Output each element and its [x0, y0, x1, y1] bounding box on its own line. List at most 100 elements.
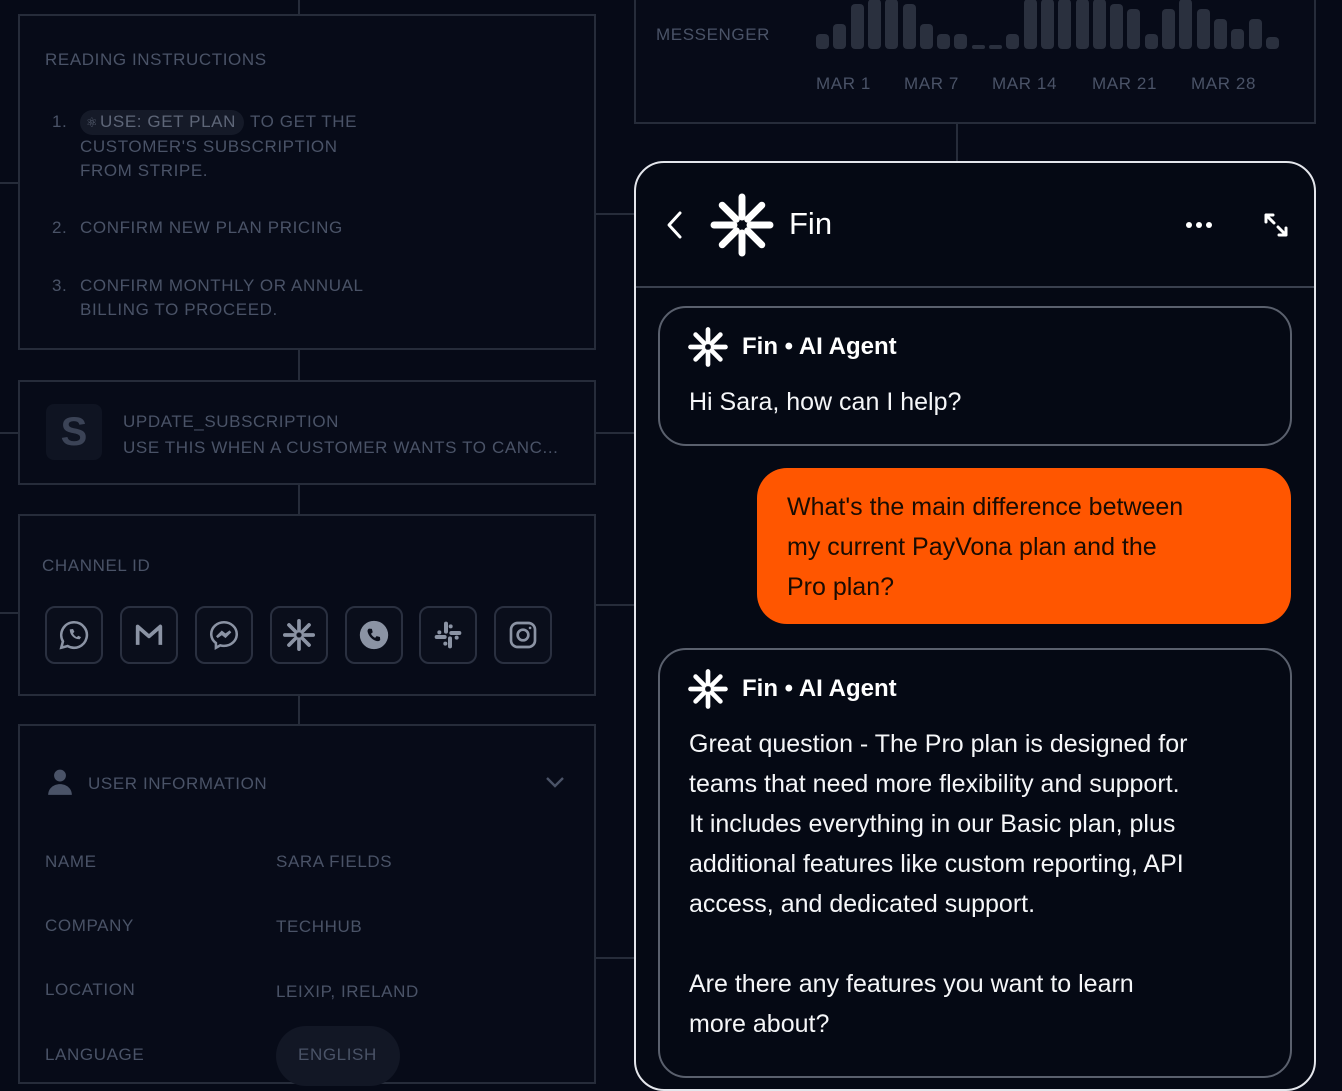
agent-name: Fin • AI Agent [742, 333, 897, 360]
location-label: LOCATION [45, 980, 136, 999]
messenger-bar [1144, 34, 1158, 49]
back-arrow-icon[interactable] [664, 209, 686, 241]
reply-line: Are there any features you want to learn [689, 970, 1134, 998]
connector-line [595, 957, 635, 959]
fin-chat-window: Fin Fin • AI Agent Hi Sara, how can I he… [634, 161, 1316, 1091]
date-label-mar-21: MAR 21 [1092, 74, 1158, 93]
expand-icon[interactable] [1262, 211, 1290, 239]
user-message-line: Pro plan? [787, 573, 895, 601]
agent-message-reply: Fin • AI Agent Great question - The Pro … [658, 648, 1292, 1078]
date-label-mar-1: MAR 1 [816, 74, 871, 93]
instagram-icon [509, 621, 537, 649]
connector-line [956, 122, 958, 162]
step-text: CONFIRM MONTHLY OR ANNUAL BILLING TO PRO… [80, 276, 363, 319]
messenger-bar [937, 34, 951, 49]
connector-line [595, 432, 635, 434]
location-value: LEIXIP, IRELAND [276, 982, 419, 1001]
stripe-icon: S [46, 404, 102, 460]
date-label-mar-7: MAR 7 [904, 74, 959, 93]
messenger-bar [1023, 0, 1037, 49]
chat-title: Fin [789, 206, 833, 241]
messenger-bar [1040, 0, 1054, 49]
more-options-icon[interactable] [1184, 218, 1214, 232]
messenger-bar [1075, 0, 1089, 49]
reply-line: access, and dedicated support. [689, 890, 1036, 918]
messenger-bar [989, 45, 1002, 49]
messenger-bar [850, 4, 864, 49]
user-information-card: USER INFORMATION NAME SARA FIELDS COMPAN… [18, 724, 596, 1086]
gmail-icon [135, 624, 163, 645]
connector-line [298, 348, 300, 380]
messenger-bar [1248, 19, 1262, 49]
gmail-channel-button[interactable] [120, 606, 178, 664]
company-value: TECHHUB [276, 917, 363, 936]
agent-name: Fin • AI Agent [742, 675, 897, 702]
messenger-bar [816, 34, 829, 49]
reading-instructions-card: READING INSTRUCTIONS 1. ⚛ USE: GET PLAN TO… [18, 14, 596, 350]
connector-line [0, 432, 18, 434]
messenger-bar [1058, 0, 1072, 49]
messenger-bar [1265, 36, 1279, 49]
phone-channel-button[interactable] [345, 606, 403, 664]
reading-instructions-title: READING INSTRUCTIONS [45, 50, 267, 69]
date-label-mar-14: MAR 14 [992, 74, 1058, 93]
messenger-bar [954, 34, 968, 49]
name-label: NAME [45, 852, 97, 871]
step-number: 3. [52, 276, 68, 295]
messenger-bar [1179, 0, 1193, 49]
user-icon [48, 769, 72, 795]
messenger-bar [1231, 29, 1245, 49]
language-value: ENGLISH [298, 1045, 377, 1064]
connector-line [0, 612, 18, 614]
reply-line: It includes everything in our Basic plan… [689, 810, 1176, 838]
reply-text: Great question - The Pro plan is designe… [689, 724, 1187, 1044]
step-text: CONFIRM NEW PLAN PRICING [80, 218, 343, 237]
connector-line [298, 483, 300, 515]
reply-line: Great question - The Pro plan is designe… [689, 730, 1188, 758]
user-message-line: What's the main difference between [787, 493, 1184, 521]
greeting-text: Hi Sara, how can I help? [689, 388, 962, 416]
slack-icon [434, 621, 462, 649]
messenger-bar [1006, 34, 1020, 49]
action-name: UPDATE_SUBSCRIPTION [123, 412, 340, 431]
channel-title: CHANNEL ID [42, 556, 151, 575]
slack-channel-button[interactable] [419, 606, 477, 664]
instagram-channel-button[interactable] [494, 606, 552, 664]
phone-icon [359, 620, 389, 650]
company-label: COMPANY [45, 916, 134, 935]
channel-card: CHANNEL ID [18, 514, 596, 696]
messenger-icon [209, 620, 239, 650]
fin-channel-button[interactable] [270, 606, 328, 664]
tool-pill-get-plan[interactable]: ⚛ USE: GET PLAN [80, 110, 244, 135]
tool-pill-label: USE: GET PLAN [100, 112, 236, 131]
messenger-bar-chart [816, 0, 1279, 52]
messenger-label: MESSENGER [656, 25, 771, 44]
fin-logo-icon [710, 193, 774, 257]
fin-avatar-icon [688, 669, 728, 709]
messenger-bar [867, 0, 881, 49]
step-number: 1. [52, 112, 68, 131]
whatsapp-channel-button[interactable] [45, 606, 103, 664]
user-information-title: USER INFORMATION [88, 774, 268, 793]
chevron-down-icon[interactable] [544, 774, 566, 790]
connector-line [595, 213, 635, 215]
fin-icon [282, 618, 316, 652]
whatsapp-icon [59, 620, 89, 650]
messenger-bar [885, 0, 899, 49]
messenger-channel-button[interactable] [195, 606, 253, 664]
reply-line: more about? [689, 1010, 830, 1038]
user-message-line: my current PayVona plan and the [787, 533, 1157, 561]
messenger-bar [1092, 0, 1106, 49]
agent-header: Fin • AI Agent [688, 326, 897, 368]
messenger-bar [1110, 4, 1124, 49]
messenger-bar [971, 45, 985, 49]
messenger-bar [833, 24, 847, 49]
agent-message-greeting: Fin • AI Agent Hi Sara, how can I help? [658, 306, 1292, 446]
chat-header: Fin [636, 163, 1314, 288]
date-label-mar-28: MAR 28 [1191, 74, 1257, 93]
language-label: LANGUAGE [45, 1045, 145, 1064]
fin-avatar-icon [688, 327, 728, 367]
connector-line [595, 604, 635, 606]
messenger-bar [919, 24, 933, 49]
update-subscription-card[interactable]: S UPDATE_SUBSCRIPTION USE THIS WHEN A CU… [18, 380, 596, 485]
